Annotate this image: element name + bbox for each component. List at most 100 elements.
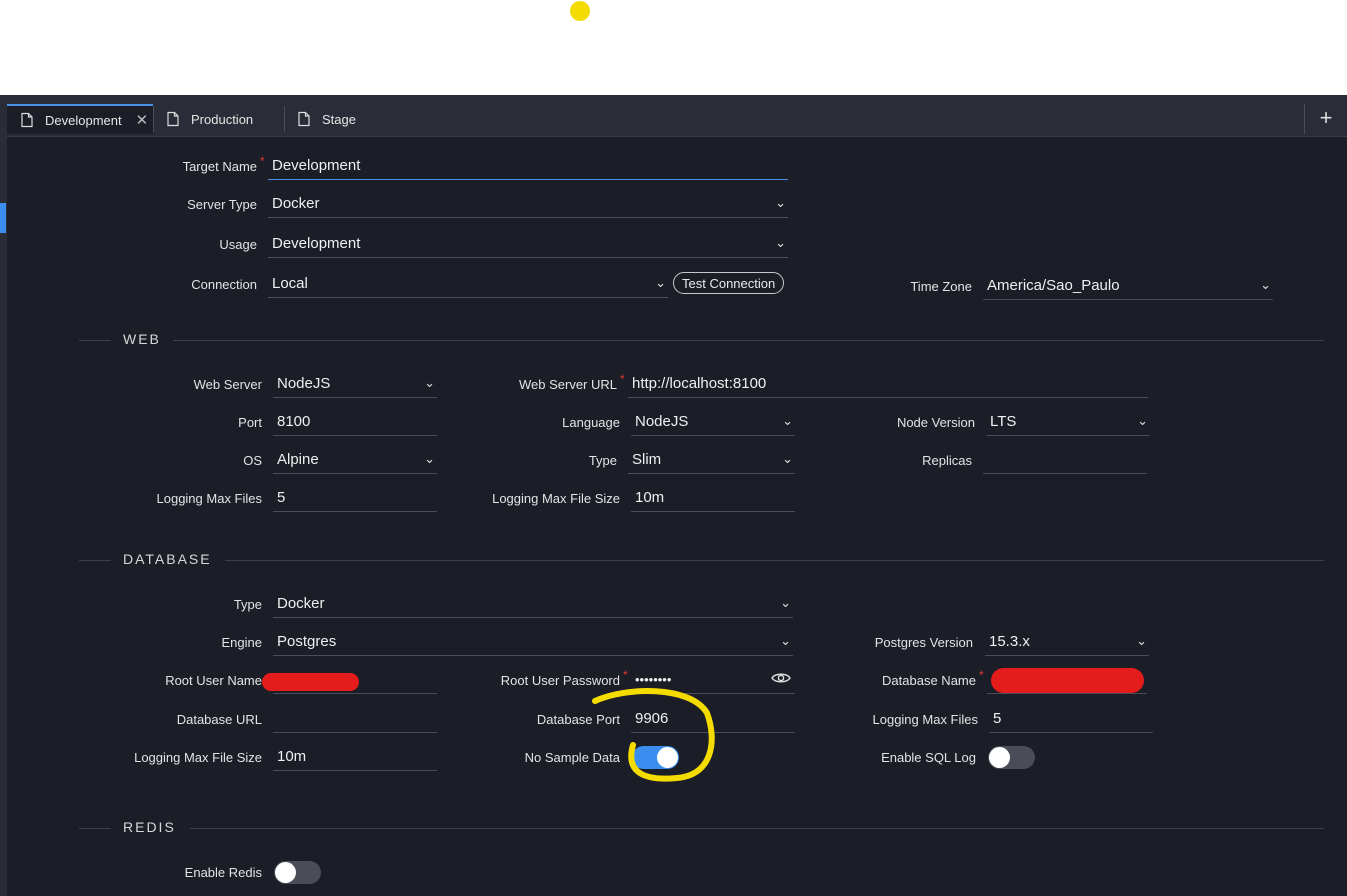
required-marker: * — [623, 668, 628, 682]
enable-sql-log-label: Enable SQL Log — [881, 750, 976, 765]
root-user-name-label: Root User Name — [165, 673, 262, 688]
required-marker: * — [979, 668, 984, 682]
logging-max-file-size-label: Logging Max File Size — [492, 491, 620, 506]
database-section-header: DATABASE — [79, 551, 1324, 567]
redaction-mark — [991, 668, 1144, 693]
chevron-down-icon: ⌄ — [1136, 633, 1147, 648]
web-section-title: WEB — [123, 331, 161, 347]
replicas-input[interactable] — [983, 450, 1147, 474]
chevron-down-icon: ⌄ — [780, 633, 791, 648]
database-url-input[interactable] — [273, 709, 437, 733]
eye-icon[interactable] — [771, 671, 791, 685]
add-tab-button[interactable]: + — [1304, 104, 1347, 134]
language-label: Language — [562, 415, 620, 430]
file-icon — [298, 111, 310, 127]
database-name-label: Database Name — [882, 673, 976, 688]
node-version-label: Node Version — [896, 415, 975, 430]
chevron-down-icon: ⌄ — [1260, 277, 1271, 292]
highlight-circle-annotation — [592, 688, 715, 782]
chevron-down-icon: ⌄ — [782, 413, 793, 428]
type-select[interactable]: Slim ⌄ — [628, 450, 795, 474]
enable-redis-label: Enable Redis — [184, 865, 262, 880]
tab-production[interactable]: Production — [153, 104, 283, 134]
engine-select[interactable]: Postgres ⌄ — [273, 632, 793, 656]
connection-value: Local — [272, 275, 308, 292]
chevron-down-icon: ⌄ — [780, 595, 791, 610]
database-url-label: Database URL — [176, 712, 262, 727]
chevron-down-icon: ⌄ — [782, 451, 793, 466]
database-section-title: DATABASE — [123, 551, 212, 567]
time-zone-select[interactable]: America/Sao_Paulo ⌄ — [983, 276, 1273, 300]
tab-bar: Development ✕ Production Stage + — [0, 95, 1347, 137]
usage-label: Usage — [219, 237, 257, 252]
os-label: OS — [243, 453, 262, 468]
db-logging-max-files-input[interactable]: 5 — [989, 709, 1153, 733]
logging-max-file-size-input[interactable]: 10m — [631, 488, 795, 512]
logging-max-files-label: Logging Max Files — [156, 491, 263, 506]
node-version-value: LTS — [990, 413, 1017, 430]
chevron-down-icon: ⌄ — [775, 195, 786, 210]
engine-label: Engine — [221, 635, 262, 650]
redis-section-header: REDIS — [79, 819, 1324, 835]
db-logging-max-file-size-label: Logging Max File Size — [134, 750, 262, 765]
web-server-select[interactable]: NodeJS ⌄ — [273, 374, 437, 398]
file-icon — [167, 111, 179, 127]
tab-development[interactable]: Development ✕ — [7, 104, 153, 134]
postgres-version-select[interactable]: 15.3.x ⌄ — [985, 632, 1149, 656]
tab-label: Stage — [322, 111, 356, 127]
chevron-down-icon: ⌄ — [424, 451, 435, 466]
close-icon[interactable]: ✕ — [136, 111, 149, 129]
yellow-cursor-marker — [570, 1, 590, 21]
required-marker: * — [260, 154, 265, 168]
web-section-header: WEB — [79, 331, 1324, 347]
connection-label: Connection — [191, 277, 257, 292]
replicas-label: Replicas — [922, 453, 972, 468]
test-connection-button[interactable]: Test Connection — [673, 272, 785, 294]
required-marker: * — [620, 372, 625, 386]
redaction-mark — [262, 673, 359, 691]
time-zone-label: Time Zone — [910, 279, 972, 294]
chevron-down-icon: ⌄ — [655, 275, 666, 290]
type-label: Type — [588, 453, 617, 468]
tab-stage[interactable]: Stage — [284, 104, 384, 134]
postgres-version-value: 15.3.x — [989, 633, 1030, 650]
language-value: NodeJS — [635, 413, 689, 430]
db-logging-max-files-label: Logging Max Files — [872, 712, 979, 727]
tab-label: Development — [45, 112, 122, 128]
language-select[interactable]: NodeJS ⌄ — [631, 412, 795, 436]
enable-redis-toggle[interactable] — [274, 861, 321, 884]
chevron-down-icon: ⌄ — [424, 375, 435, 390]
server-type-label: Server Type — [187, 197, 257, 212]
db-type-value: Docker — [277, 595, 325, 612]
web-server-label: Web Server — [193, 377, 262, 392]
os-value: Alpine — [277, 451, 319, 468]
db-type-label: Type — [233, 597, 262, 612]
active-indicator — [0, 203, 6, 233]
enable-sql-log-toggle[interactable] — [988, 746, 1035, 769]
tab-label: Production — [191, 111, 254, 127]
usage-select[interactable]: Development ⌄ — [268, 234, 788, 258]
logging-max-files-input[interactable]: 5 — [273, 488, 437, 512]
server-type-select[interactable]: Docker ⌄ — [268, 194, 788, 218]
target-name-label: Target Name — [182, 159, 257, 174]
web-server-url-input[interactable]: http://localhost:8100 — [628, 374, 1148, 398]
redis-section-title: REDIS — [123, 819, 176, 835]
db-type-select[interactable]: Docker ⌄ — [273, 594, 793, 618]
time-zone-value: America/Sao_Paulo — [987, 277, 1120, 294]
connection-select[interactable]: Local ⌄ — [268, 274, 668, 298]
target-name-input[interactable]: Development — [268, 156, 788, 180]
port-input[interactable]: 8100 — [273, 412, 437, 436]
type-value: Slim — [632, 451, 662, 468]
node-version-select[interactable]: LTS ⌄ — [986, 412, 1150, 436]
chevron-down-icon: ⌄ — [1137, 413, 1148, 428]
port-label: Port — [238, 415, 262, 430]
os-select[interactable]: Alpine ⌄ — [273, 450, 437, 474]
chevron-down-icon: ⌄ — [775, 235, 786, 250]
file-icon — [21, 112, 33, 128]
web-server-url-label: Web Server URL — [518, 377, 617, 392]
left-gutter — [0, 136, 7, 896]
usage-value: Development — [272, 235, 361, 252]
db-logging-max-file-size-input[interactable]: 10m — [273, 747, 437, 771]
engine-value: Postgres — [277, 633, 337, 650]
postgres-version-label: Postgres Version — [874, 635, 973, 650]
